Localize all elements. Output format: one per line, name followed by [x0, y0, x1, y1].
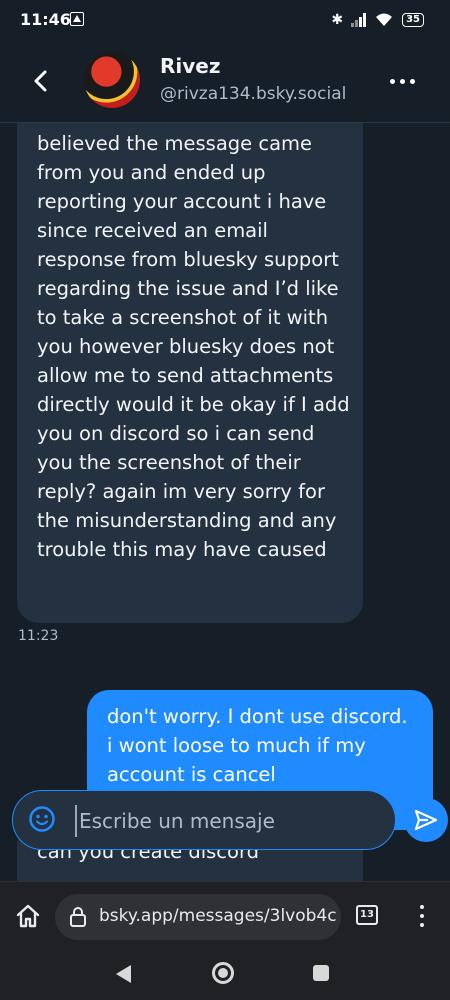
- send-button[interactable]: [404, 798, 448, 842]
- nav-back-icon[interactable]: [116, 965, 131, 983]
- battery-icon: 35: [402, 13, 424, 27]
- composer-field[interactable]: [12, 790, 396, 850]
- status-indicators: ✱ 35: [331, 10, 424, 30]
- browser-toolbar: bsky.app/messages/3lvob4c 13: [0, 881, 450, 950]
- status-time: 11:46: [20, 10, 71, 29]
- browser-menu-button[interactable]: [414, 902, 430, 930]
- contact-name[interactable]: Rivez: [160, 54, 221, 78]
- contact-handle[interactable]: @rivza134.bsky.social: [160, 84, 346, 104]
- send-icon: [414, 809, 438, 831]
- tab-switcher-button[interactable]: 13: [356, 905, 378, 925]
- message-text: don't worry. I dont use discord. i wont …: [107, 705, 408, 786]
- more-horizontal-icon: [389, 78, 395, 84]
- nav-recents-icon[interactable]: [313, 965, 329, 981]
- message-timestamp: 11:23: [18, 628, 59, 644]
- status-bar: 11:46 ✱ 35: [0, 0, 450, 40]
- bluetooth-icon: ✱: [331, 12, 344, 28]
- message-composer: [0, 785, 450, 855]
- message-list[interactable]: believed the message came from you and e…: [0, 123, 450, 881]
- address-bar[interactable]: bsky.app/messages/3lvob4c: [55, 894, 341, 940]
- back-button[interactable]: [24, 64, 58, 98]
- emoji-smile-icon[interactable]: [29, 806, 55, 832]
- contact-avatar[interactable]: [84, 52, 140, 108]
- chevron-left-icon: [34, 70, 47, 92]
- message-input[interactable]: [75, 805, 381, 837]
- more-vertical-icon: [420, 905, 424, 909]
- conversation-header: Rivez @rivza134.bsky.social: [0, 40, 450, 123]
- wifi-icon: [376, 13, 393, 26]
- system-navigation-bar: [0, 949, 450, 1000]
- nav-home-icon[interactable]: [212, 962, 234, 984]
- message-text: believed the message came from you and e…: [37, 132, 350, 561]
- more-options-button[interactable]: [384, 68, 420, 94]
- url-text: bsky.app/messages/3lvob4c: [99, 906, 337, 926]
- home-icon[interactable]: [14, 902, 42, 930]
- lock-icon[interactable]: [67, 906, 89, 928]
- message-bubble-incoming[interactable]: believed the message came from you and e…: [17, 123, 363, 623]
- signal-icon: [351, 13, 367, 27]
- notification-icon: [70, 12, 84, 26]
